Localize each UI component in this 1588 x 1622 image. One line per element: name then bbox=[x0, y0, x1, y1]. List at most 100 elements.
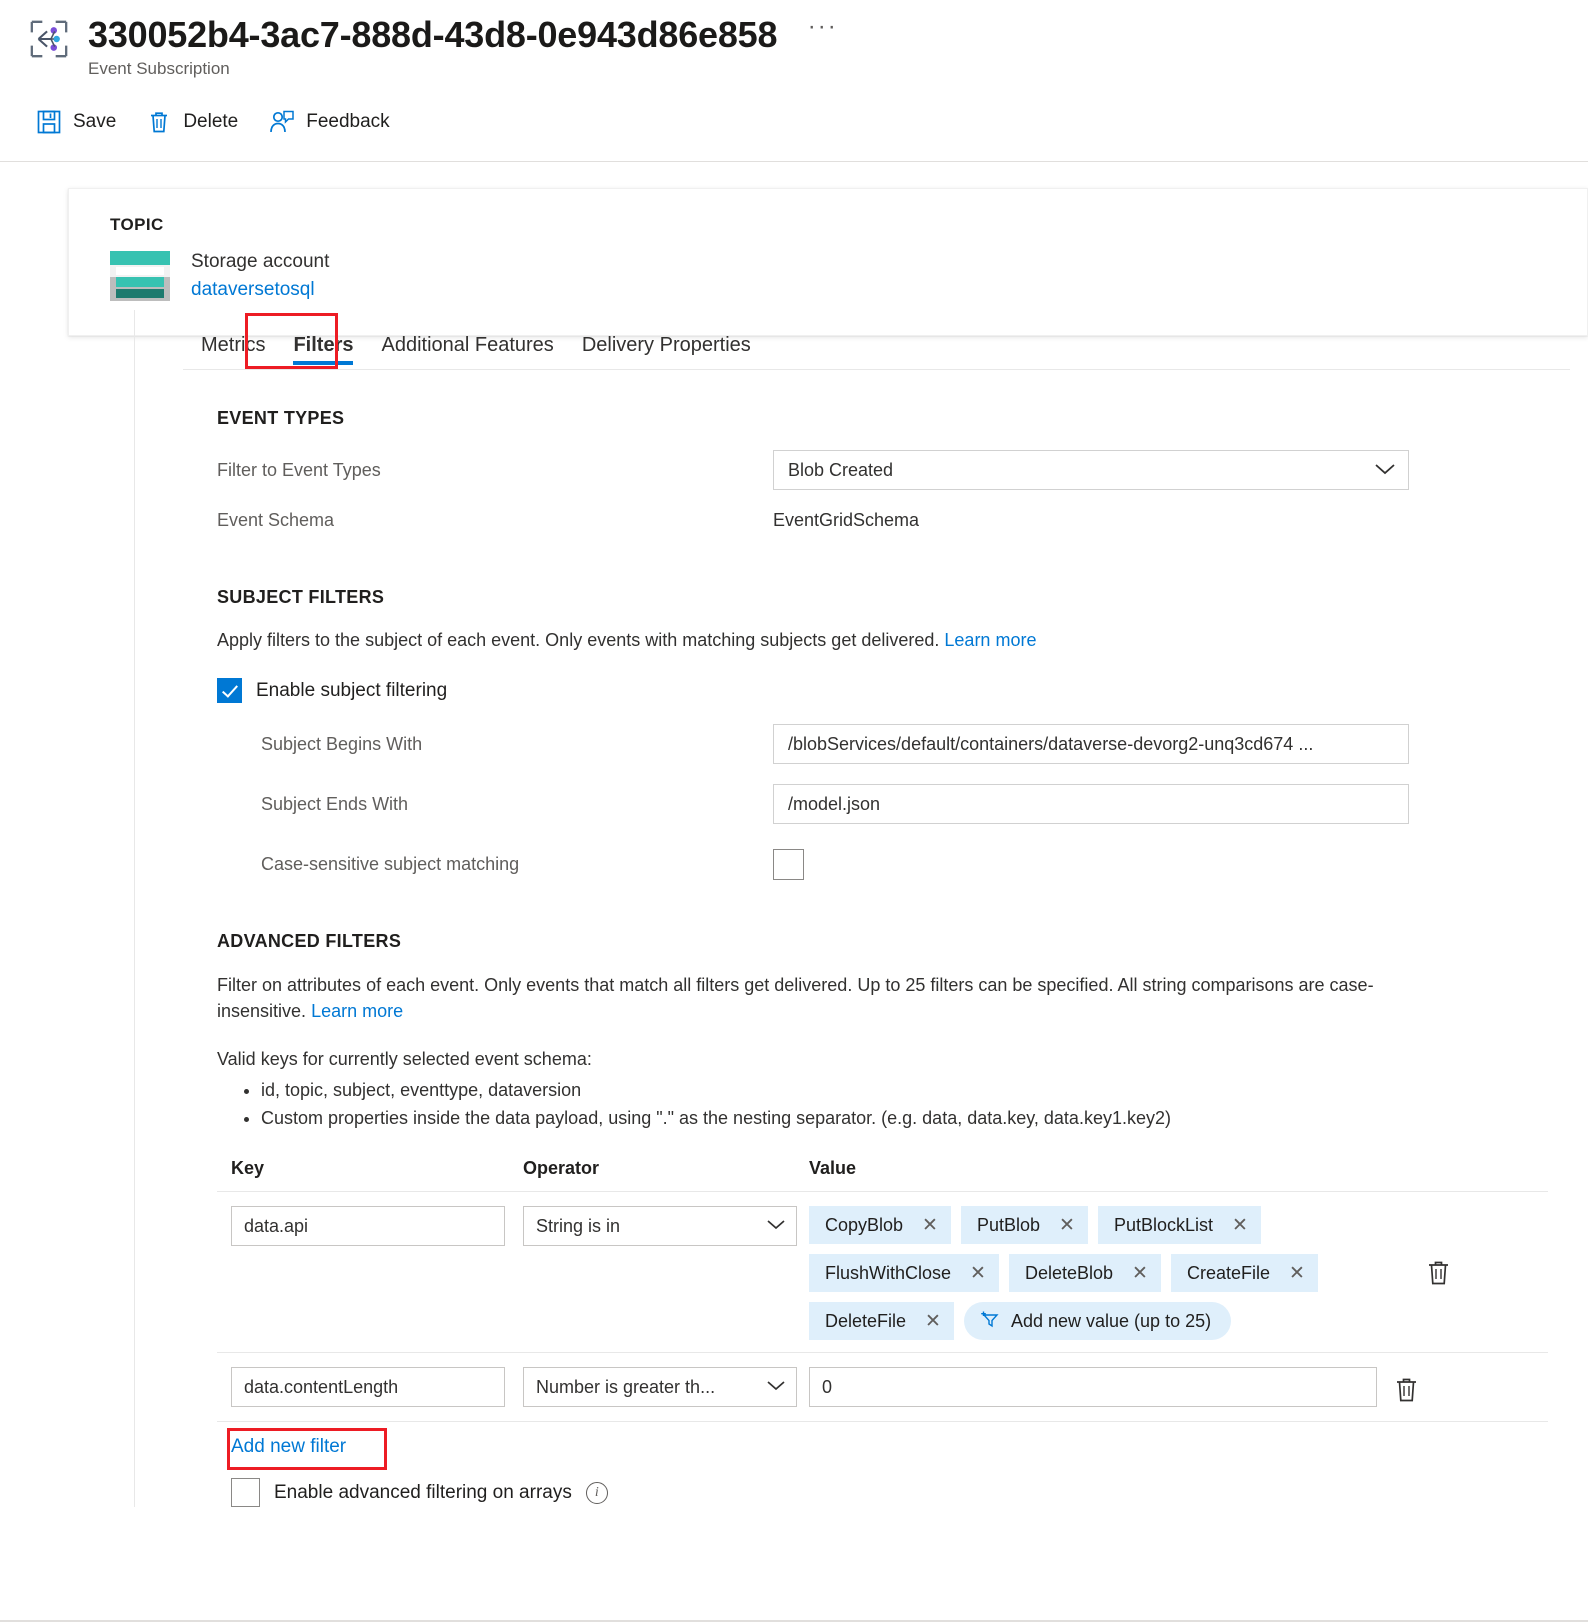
page-subtitle: Event Subscription bbox=[88, 59, 230, 78]
column-header-value: Value bbox=[809, 1158, 857, 1178]
tab-delivery-properties[interactable]: Delivery Properties bbox=[568, 328, 765, 369]
close-icon[interactable]: ✕ bbox=[917, 1216, 943, 1235]
advanced-filters-learn-more-link[interactable]: Learn more bbox=[311, 1001, 403, 1021]
topic-card-area: TOPIC Storage account dataversetosql bbox=[0, 162, 1588, 336]
subject-begins-with-input[interactable]: /blobServices/default/containers/dataver… bbox=[773, 724, 1409, 764]
close-icon[interactable]: ✕ bbox=[1227, 1216, 1253, 1235]
feedback-person-icon bbox=[268, 109, 295, 135]
feedback-button[interactable]: Feedback bbox=[268, 109, 390, 135]
value-chip[interactable]: FlushWithClose ✕ bbox=[809, 1254, 999, 1292]
enable-arrays-filtering-checkbox[interactable] bbox=[231, 1478, 260, 1507]
value-chip[interactable]: PutBlockList ✕ bbox=[1097, 1206, 1261, 1244]
advanced-filters-table: Key Operator Value data.api String is in bbox=[217, 1158, 1548, 1507]
filter-operator-dropdown-1[interactable]: Number is greater th... bbox=[523, 1367, 797, 1407]
value-chip[interactable]: CopyBlob ✕ bbox=[809, 1206, 951, 1244]
tab-filters-label: Filters bbox=[293, 334, 354, 356]
add-new-filter-link[interactable]: Add new filter bbox=[231, 1436, 346, 1458]
subject-filters-heading: SUBJECT FILTERS bbox=[217, 587, 385, 607]
info-icon[interactable]: i bbox=[585, 1481, 608, 1504]
tab-filters[interactable]: Filters bbox=[279, 328, 367, 369]
value-chip[interactable]: PutBlob ✕ bbox=[960, 1206, 1088, 1244]
filter-value-1: 0 bbox=[822, 1376, 833, 1397]
close-icon[interactable]: ✕ bbox=[1127, 1264, 1153, 1283]
delete-filter-button-0[interactable] bbox=[1425, 1258, 1452, 1292]
subject-filters-description-text: Apply filters to the subject of each eve… bbox=[217, 630, 940, 650]
filter-operator-cell: Number is greater th... bbox=[523, 1367, 809, 1407]
tab-additional-features[interactable]: Additional Features bbox=[367, 328, 567, 369]
filter-key-input-0[interactable]: data.api bbox=[231, 1206, 505, 1246]
filter-key-value-1: data.contentLength bbox=[244, 1376, 399, 1397]
case-sensitive-label: Case-sensitive subject matching bbox=[261, 853, 520, 874]
add-filter-icon bbox=[980, 1309, 1000, 1334]
subject-ends-with-label: Subject Ends With bbox=[261, 793, 409, 814]
case-sensitive-row: Case-sensitive subject matching bbox=[217, 839, 1548, 889]
add-new-value-label: Add new value (up to 25) bbox=[1010, 1310, 1212, 1331]
topic-resource-type: Storage account bbox=[191, 251, 330, 272]
subject-ends-with-input[interactable]: /model.json bbox=[773, 784, 1409, 824]
delete-button[interactable]: Delete bbox=[146, 109, 238, 135]
value-chip[interactable]: CreateFile ✕ bbox=[1170, 1254, 1318, 1292]
filter-to-event-types-label: Filter to Event Types bbox=[217, 459, 381, 480]
event-schema-row: Event Schema EventGridSchema bbox=[217, 495, 1548, 545]
subject-filters-learn-more-link[interactable]: Learn more bbox=[944, 630, 1036, 650]
filter-key-input-1[interactable]: data.contentLength bbox=[231, 1367, 505, 1407]
delete-label: Delete bbox=[183, 111, 239, 132]
enable-subject-filtering-checkbox[interactable] bbox=[217, 678, 242, 703]
advanced-filters-heading: ADVANCED FILTERS bbox=[217, 931, 402, 951]
value-chip[interactable]: DeleteBlob ✕ bbox=[1008, 1254, 1161, 1292]
subject-filters-section: SUBJECT FILTERS Apply filters to the sub… bbox=[135, 587, 1588, 889]
save-button[interactable]: Save bbox=[36, 109, 116, 135]
event-types-heading: EVENT TYPES bbox=[217, 408, 345, 428]
topic-resource-link[interactable]: dataversetosql bbox=[191, 276, 329, 304]
add-new-value-button[interactable]: Add new value (up to 25) bbox=[963, 1302, 1232, 1340]
event-subscription-icon bbox=[28, 18, 70, 60]
event-schema-value: EventGridSchema bbox=[773, 509, 920, 530]
tab-metrics[interactable]: Metrics bbox=[187, 328, 279, 369]
close-icon[interactable]: ✕ bbox=[1054, 1216, 1080, 1235]
case-sensitive-checkbox[interactable] bbox=[773, 848, 804, 880]
close-icon[interactable]: ✕ bbox=[1284, 1264, 1310, 1283]
filter-to-event-types-value: Blob Created bbox=[788, 459, 894, 480]
filter-operator-dropdown-0[interactable]: String is in bbox=[523, 1206, 797, 1246]
subject-ends-with-value: /model.json bbox=[788, 793, 881, 814]
save-icon bbox=[36, 109, 62, 135]
enable-arrays-filtering-row: Enable advanced filtering on arrays i bbox=[217, 1478, 1548, 1507]
delete-filter-button-1[interactable] bbox=[1393, 1375, 1420, 1409]
filter-key-value-0: data.api bbox=[244, 1215, 309, 1236]
title-block: 330052b4-3ac7-888d-43d8-0e943d86e858 ···… bbox=[88, 14, 838, 80]
chevron-down-icon bbox=[766, 1379, 786, 1395]
filter-key-cell: data.contentLength bbox=[231, 1367, 523, 1407]
chevron-down-icon bbox=[1374, 462, 1396, 479]
list-item: id, topic, subject, eventtype, dataversi… bbox=[261, 1076, 1548, 1104]
value-chip-label: PutBlockList bbox=[1113, 1214, 1213, 1235]
value-chip-label: CreateFile bbox=[1186, 1262, 1270, 1283]
filter-operator-cell: String is in bbox=[523, 1206, 809, 1246]
save-label: Save bbox=[73, 111, 117, 132]
valid-keys-list: id, topic, subject, eventtype, dataversi… bbox=[217, 1076, 1548, 1132]
value-chip-label: PutBlob bbox=[976, 1214, 1041, 1235]
tab-delivery-properties-label: Delivery Properties bbox=[581, 334, 751, 356]
more-options-icon[interactable]: ··· bbox=[808, 15, 838, 39]
title-row: 330052b4-3ac7-888d-43d8-0e943d86e858 ···… bbox=[0, 14, 1588, 80]
value-chip[interactable]: DeleteFile ✕ bbox=[809, 1302, 954, 1340]
command-bar: Save Delete Feedback bbox=[0, 102, 1588, 142]
filter-to-event-types-dropdown[interactable]: Blob Created bbox=[773, 450, 1409, 490]
event-types-section: EVENT TYPES Filter to Event Types Blob C… bbox=[135, 408, 1588, 545]
list-item: Custom properties inside the data payloa… bbox=[261, 1104, 1548, 1132]
close-icon[interactable]: ✕ bbox=[920, 1312, 946, 1331]
enable-subject-filtering-row: Enable subject filtering bbox=[217, 678, 1548, 703]
page-title: 330052b4-3ac7-888d-43d8-0e943d86e858 bbox=[88, 14, 778, 55]
table-row: data.api String is in CopyBlob ✕ PutBlob… bbox=[217, 1191, 1548, 1352]
subject-begins-with-label: Subject Begins With bbox=[261, 733, 423, 754]
column-header-key: Key bbox=[231, 1158, 265, 1178]
filter-value-input-1[interactable]: 0 bbox=[809, 1367, 1377, 1407]
feedback-label: Feedback bbox=[306, 111, 390, 132]
advanced-filters-table-header: Key Operator Value bbox=[217, 1158, 1548, 1191]
subject-filters-description: Apply filters to the subject of each eve… bbox=[217, 627, 1392, 653]
page-header: 330052b4-3ac7-888d-43d8-0e943d86e858 ···… bbox=[0, 0, 1588, 162]
trash-icon bbox=[146, 109, 172, 135]
filter-key-cell: data.api bbox=[231, 1206, 523, 1246]
filter-values-cell: CopyBlob ✕ PutBlob ✕ PutBlockList ✕ Flus… bbox=[809, 1206, 1409, 1340]
add-new-filter-row: Add new filter bbox=[217, 1422, 1548, 1470]
close-icon[interactable]: ✕ bbox=[965, 1264, 991, 1283]
